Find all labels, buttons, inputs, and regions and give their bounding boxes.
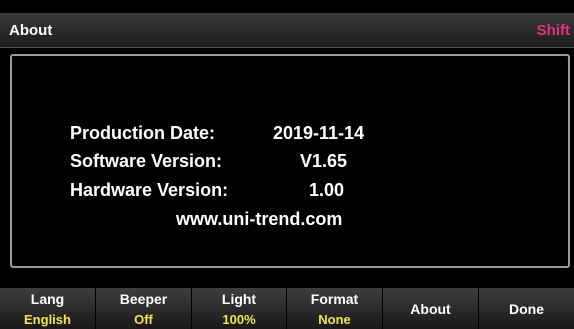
softkey-lang-value: English [24,312,71,327]
hardware-version-value: 1.00 [309,180,345,200]
production-date-value: 2019-11-14 [273,123,365,143]
softkey-light-value: 100% [222,312,256,327]
softkey-beeper-label: Beeper [119,291,168,307]
hardware-version-label: Hardware Version: [70,180,229,200]
softkey-beeper[interactable]: Beeper Off [96,288,192,329]
softkey-format-label: Format [310,291,359,307]
softkey-done-label: Done [509,301,544,317]
softkey-about[interactable]: About [383,288,479,329]
website-link: www.uni-trend.com [176,209,343,229]
softkey-format-value: None [318,312,351,327]
title-bar: About Shift [0,13,574,48]
softkey-lang[interactable]: Lang English [0,288,96,329]
page-title: About [9,22,53,39]
softkey-done[interactable]: Done [479,288,574,329]
softkey-light[interactable]: Light 100% [192,288,287,329]
about-screen: About Shift Production Date: 2019-11-14 … [0,0,574,329]
about-info-panel: Production Date: 2019-11-14 Software Ver… [10,54,570,268]
softkey-light-label: Light [221,291,257,307]
software-version-value: V1.65 [300,151,348,171]
softkey-bar: Lang English Beeper Off Light 100% Forma… [0,274,574,329]
production-date-label: Production Date: [70,123,216,143]
softkey-beeper-value: Off [134,312,153,327]
software-version-label: Software Version: [70,151,223,171]
softkey-about-label: About [410,301,451,317]
softkey-format[interactable]: Format None [287,288,383,329]
softkey-lang-label: Lang [30,291,65,307]
shift-indicator: Shift [536,22,570,39]
